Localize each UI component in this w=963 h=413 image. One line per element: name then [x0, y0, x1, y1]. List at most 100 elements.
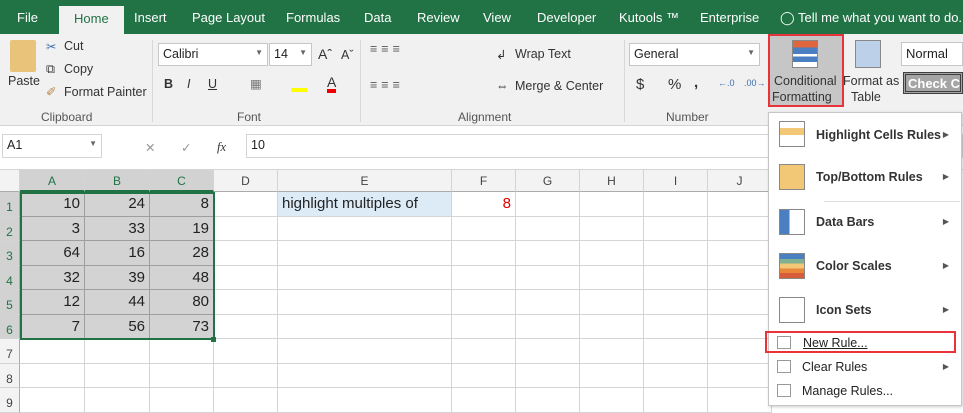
cell[interactable] [150, 388, 214, 413]
cell[interactable] [580, 192, 644, 217]
menu-item-icon-sets[interactable]: Icon Sets ▶ [769, 291, 961, 331]
style-check-cell[interactable]: Check Ce [903, 72, 963, 94]
font-size-select[interactable]: 14 ▼ [269, 43, 312, 66]
row-header-9[interactable]: 9 [0, 388, 20, 413]
cell[interactable] [580, 314, 644, 339]
align-vertical-icons[interactable]: ≡≡≡ [370, 42, 404, 56]
cell[interactable] [644, 265, 708, 290]
cell[interactable] [452, 265, 516, 290]
cell[interactable] [708, 265, 772, 290]
increase-font-icon[interactable]: Aˆ [318, 46, 332, 62]
decrease-decimal-icon[interactable]: .00→ [744, 78, 766, 88]
cell[interactable] [708, 339, 772, 364]
tab-formulas[interactable]: Formulas [286, 10, 340, 25]
cell[interactable] [644, 241, 708, 266]
cell[interactable]: 56 [85, 314, 150, 339]
cell[interactable]: 10 [20, 192, 85, 217]
row-header-8[interactable]: 8 [0, 363, 20, 388]
row-header-1[interactable]: 1 [0, 192, 20, 217]
cell[interactable] [516, 314, 580, 339]
italic-button[interactable]: I [187, 77, 190, 91]
tab-view[interactable]: View [483, 10, 511, 25]
cell[interactable] [452, 388, 516, 413]
cell[interactable] [516, 388, 580, 413]
column-header-h[interactable]: H [580, 170, 644, 192]
tab-insert[interactable]: Insert [134, 10, 167, 25]
tab-developer[interactable]: Developer [537, 10, 596, 25]
tab-enterprise[interactable]: Enterprise [700, 10, 759, 25]
cell[interactable] [150, 339, 214, 364]
cell[interactable] [708, 363, 772, 388]
cell[interactable] [278, 290, 452, 315]
cell[interactable] [708, 241, 772, 266]
decrease-font-icon[interactable]: Aˇ [341, 48, 354, 62]
cell[interactable] [580, 290, 644, 315]
cell[interactable] [278, 265, 452, 290]
font-color-icon[interactable]: A [327, 75, 337, 93]
cell[interactable]: 12 [20, 290, 85, 315]
cell[interactable] [516, 363, 580, 388]
cell[interactable] [708, 314, 772, 339]
menu-item-color-scales[interactable]: Color Scales ▶ [769, 247, 961, 287]
row-header-7[interactable]: 7 [0, 339, 20, 364]
cell[interactable] [214, 314, 278, 339]
cell-f1[interactable]: 8 [452, 192, 516, 217]
enter-icon[interactable]: ✓ [181, 140, 191, 155]
cell[interactable] [708, 388, 772, 413]
cell[interactable] [580, 241, 644, 266]
number-format-select[interactable]: General ▼ [629, 43, 760, 66]
cell[interactable]: 3 [20, 216, 85, 241]
column-header-b[interactable]: B [85, 170, 150, 192]
cell[interactable] [516, 339, 580, 364]
borders-icon[interactable]: ▦ [250, 76, 262, 91]
column-header-a[interactable]: A [20, 170, 85, 192]
cell[interactable] [85, 363, 150, 388]
cell[interactable] [516, 241, 580, 266]
cell[interactable] [278, 241, 452, 266]
cell[interactable] [516, 290, 580, 315]
cell[interactable] [452, 216, 516, 241]
row-header-2[interactable]: 2 [0, 216, 20, 241]
cell[interactable]: 16 [85, 241, 150, 266]
cell[interactable]: 33 [85, 216, 150, 241]
menu-item-new-rule[interactable]: New Rule... [765, 331, 956, 353]
cut-button[interactable]: Cut [64, 39, 83, 53]
cell[interactable] [708, 216, 772, 241]
cancel-icon[interactable]: ✕ [145, 140, 155, 155]
wrap-text-button[interactable]: Wrap Text [515, 47, 571, 61]
cell[interactable] [85, 388, 150, 413]
name-box[interactable]: A1 ▼ [2, 134, 102, 158]
tab-file[interactable]: File [17, 10, 38, 25]
tab-home[interactable]: Home [59, 6, 124, 34]
cell[interactable] [644, 388, 708, 413]
menu-item-data-bars[interactable]: Data Bars ▶ [769, 203, 961, 243]
cell[interactable] [452, 290, 516, 315]
cell[interactable] [516, 192, 580, 217]
cell[interactable] [214, 388, 278, 413]
column-header-f[interactable]: F [452, 170, 516, 192]
fill-handle[interactable] [211, 337, 216, 342]
cell[interactable] [580, 339, 644, 364]
cell[interactable] [20, 388, 85, 413]
increase-decimal-icon[interactable]: ←.0 [718, 78, 735, 88]
cell[interactable] [20, 339, 85, 364]
cell[interactable] [708, 192, 772, 217]
cell[interactable] [452, 241, 516, 266]
cell[interactable] [214, 216, 278, 241]
cell[interactable] [580, 265, 644, 290]
menu-item-manage-rules[interactable]: Manage Rules... [769, 381, 961, 403]
cell[interactable]: 7 [20, 314, 85, 339]
percent-button[interactable]: % [668, 76, 681, 93]
cell[interactable] [644, 216, 708, 241]
tab-page-layout[interactable]: Page Layout [192, 10, 265, 25]
cell[interactable] [214, 241, 278, 266]
cell[interactable] [278, 216, 452, 241]
cell[interactable]: 73 [150, 314, 214, 339]
style-normal[interactable]: Normal [901, 42, 963, 66]
format-as-table-button[interactable]: Format as [843, 74, 899, 88]
fill-color-icon[interactable] [291, 78, 307, 92]
tab-data[interactable]: Data [364, 10, 391, 25]
tell-me-search[interactable]: Tell me what you want to do... [798, 10, 963, 25]
font-name-select[interactable]: Calibri ▼ [158, 43, 268, 66]
cell[interactable] [278, 363, 452, 388]
